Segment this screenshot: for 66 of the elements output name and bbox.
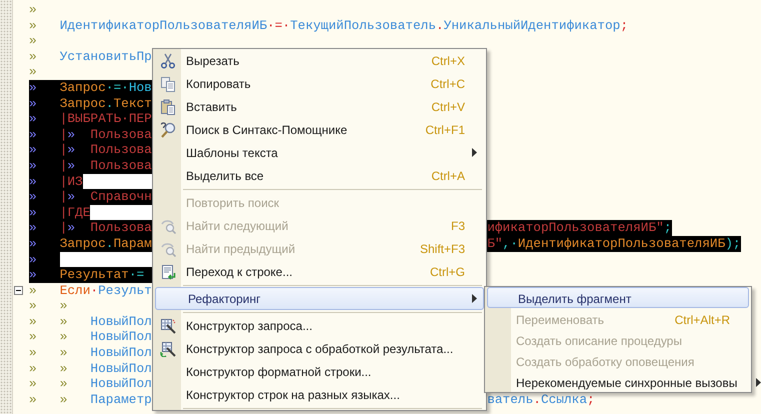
shortcut-label: Ctrl+F1 (424, 122, 465, 136)
code-text: » |» Пользова (29, 220, 152, 236)
code-text: » |» Пользова (29, 158, 152, 174)
code-text: » Запрос.Парам (29, 236, 152, 252)
code-text: » » Параметр (29, 392, 152, 408)
shortcut-label: F3 (450, 218, 465, 232)
code-text: » » НовыйПол (29, 376, 152, 392)
code-text: ватель.Ссылка; (487, 392, 595, 408)
magnifier-icon (160, 122, 176, 138)
code-text: » » НовыйПол (29, 360, 152, 376)
blank-block (82, 174, 152, 190)
shortcut-label: Ctrl+Alt+R (674, 312, 730, 326)
clipboard-icon (160, 98, 176, 114)
code-text: » » (29, 298, 68, 314)
code-text: » » НовыйПол (29, 314, 152, 330)
shortcut-label: Shift+F3 (418, 242, 465, 256)
blank-block (90, 204, 152, 220)
code-text: Б",·ИдентификаторПользователяИБ); (487, 236, 741, 252)
code-text: » (29, 33, 38, 49)
menu-item[interactable]: Выделить все Ctrl+A (153, 164, 484, 187)
code-text: » (29, 64, 38, 80)
menu-item[interactable]: Шаблоны текста (153, 141, 484, 164)
shortcut-label: Ctrl+A (430, 168, 465, 182)
menu-item[interactable]: Конструктор запроса с обработкой результата... (153, 337, 484, 360)
scissors-icon (160, 52, 176, 68)
code-text: » Результат·= (29, 267, 144, 283)
menu-item[interactable]: Вырезать Ctrl+X (153, 49, 484, 72)
code-text: » » НовыйПол (29, 345, 152, 361)
code-text: » ИдентификаторПользователяИБ·=·ТекущийПользователь.УникальныйИдентификатор; (29, 18, 628, 34)
menu-item[interactable]: Конструктор строк на разных языках... (153, 383, 484, 406)
menu-item[interactable]: Поиск в Синтакс-Помощнике Ctrl+F1 (153, 118, 484, 141)
code-text: » |ИЗ (29, 174, 83, 190)
code-text: » Запрос·=·Нов (29, 80, 152, 96)
collapse-icon[interactable] (14, 286, 23, 295)
code-text: ификаторПользователяИБ"; (487, 220, 672, 236)
magnifier-arrow-icon (160, 218, 176, 234)
code-text: » УстановитьПр (29, 48, 152, 64)
copy-icon (160, 76, 176, 92)
code-text: » |» Пользова (29, 142, 152, 158)
code-text: » Если·Результ (29, 282, 152, 298)
menu-item[interactable]: Вставить Ctrl+V (153, 95, 484, 118)
menu-item[interactable]: Конструктор запроса... (153, 314, 484, 337)
menu-item[interactable]: Выделить фрагмент (487, 287, 749, 308)
shortcut-label: Ctrl+V (430, 100, 465, 114)
menu-item[interactable]: Рефакторинг (155, 287, 484, 310)
menu-item[interactable]: Копировать Ctrl+C (153, 72, 484, 95)
menu-item[interactable]: Переход к строке... Ctrl+G (153, 260, 484, 283)
code-text: » (29, 2, 38, 18)
submenu-arrow-icon (756, 378, 761, 387)
wand-arrows-icon (160, 340, 176, 356)
code-text: » (29, 252, 38, 268)
wand-icon (160, 318, 176, 334)
code-text: » Запрос.Текст (29, 96, 152, 112)
code-text: » » НовыйПол (29, 329, 152, 346)
magnifier-arrow-icon (160, 240, 176, 256)
shortcut-label: Ctrl+G (428, 264, 465, 278)
code-text: » |» Справочн (29, 189, 152, 205)
menu-item[interactable]: Конструктор форматной строки... (153, 360, 484, 383)
shortcut-label: Ctrl+C (430, 76, 465, 90)
code-text: » |ВЫБРАТЬ·ПЕР (29, 111, 152, 127)
code-text: » |ГДЕ (29, 204, 90, 220)
submenu-arrow-icon (472, 294, 477, 303)
code-text: » |» Пользова (29, 126, 152, 142)
shortcut-label: Ctrl+X (430, 54, 465, 68)
submenu-arrow-icon (472, 148, 477, 157)
menu-item[interactable]: Нерекомендуемые синхронные вызовы (485, 371, 749, 392)
